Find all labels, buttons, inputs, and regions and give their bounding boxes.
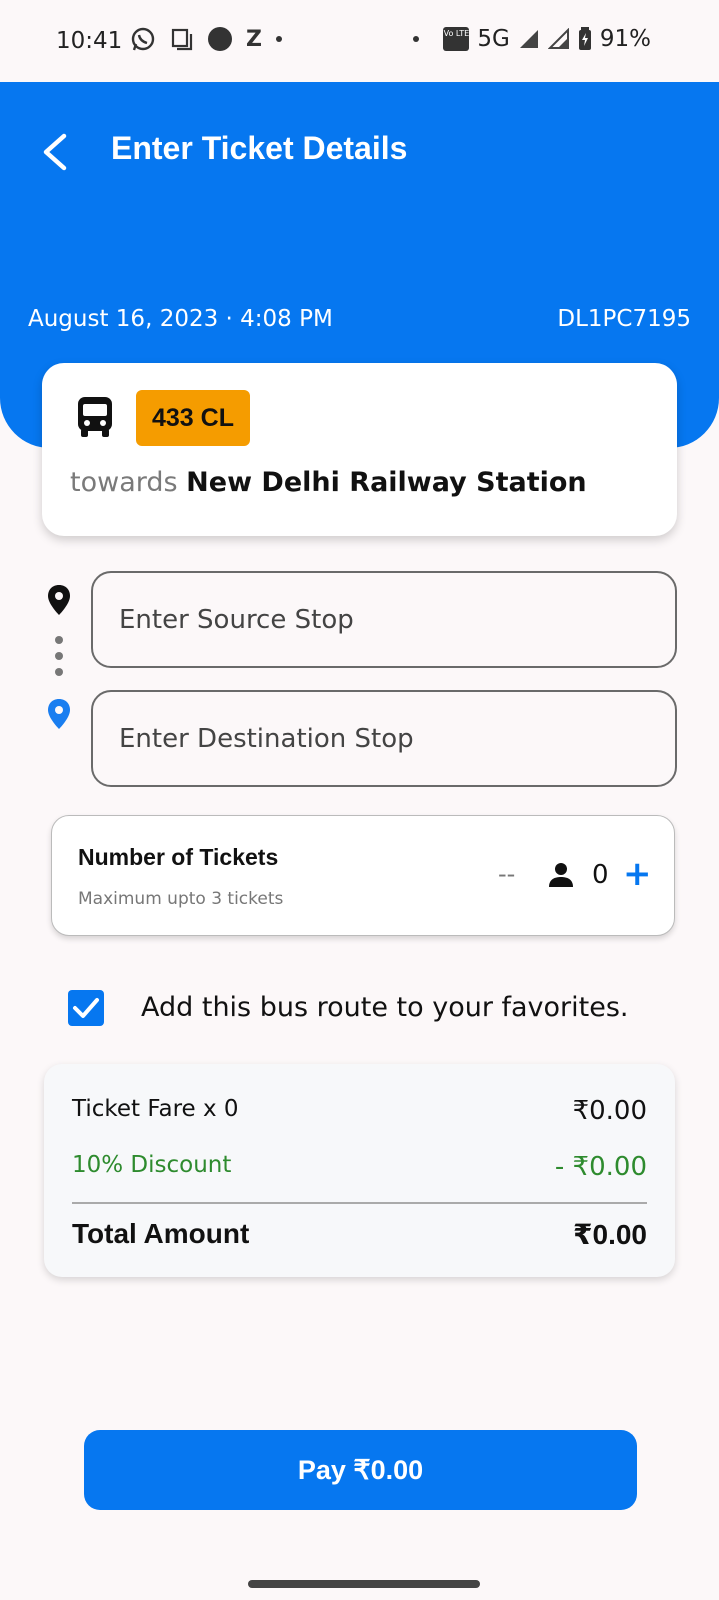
number-of-tickets-card: Number of Tickets Maximum upto 3 tickets… bbox=[51, 815, 675, 936]
status-left-icons: Z bbox=[130, 26, 282, 52]
signal-icon bbox=[519, 30, 538, 48]
trip-date-time: August 16, 2023 · 4:08 PM bbox=[28, 306, 333, 332]
z-icon: Z bbox=[246, 26, 262, 52]
checkmark-icon bbox=[73, 998, 99, 1018]
circle-icon bbox=[208, 27, 232, 51]
source-stop-input[interactable] bbox=[91, 571, 677, 668]
volte-label: Vo LTE bbox=[443, 29, 470, 38]
status-time: 10:41 bbox=[56, 28, 123, 54]
route-number-badge: 433 CL bbox=[136, 390, 250, 446]
battery-percent: 91% bbox=[599, 26, 651, 52]
battery-icon bbox=[578, 27, 591, 50]
increase-tickets-button[interactable]: + bbox=[623, 854, 652, 894]
total-amount-value: ₹0.00 bbox=[573, 1219, 647, 1250]
tickets-limit-text: Maximum upto 3 tickets bbox=[78, 889, 284, 909]
discount-value: - ₹0.00 bbox=[554, 1152, 647, 1182]
ticket-fare-value: ₹0.00 bbox=[572, 1096, 647, 1126]
status-right-icons: Vo LTE 5G 91% bbox=[413, 26, 651, 52]
towards-label: towards bbox=[70, 467, 178, 498]
network-label: 5G bbox=[477, 26, 510, 52]
bus-icon bbox=[78, 397, 112, 437]
dot-icon bbox=[413, 36, 420, 42]
ticket-count: 0 bbox=[592, 860, 609, 890]
back-arrow-icon[interactable] bbox=[36, 130, 76, 174]
signal-icon bbox=[547, 28, 569, 49]
favorite-checkbox[interactable] bbox=[68, 990, 104, 1026]
status-bar: 10:41 Z Vo LTE 5G 91% bbox=[0, 0, 719, 82]
fare-summary-card: Ticket Fare x 0 ₹0.00 10% Discount - ₹0.… bbox=[44, 1064, 675, 1277]
dot-icon bbox=[275, 36, 282, 42]
total-amount-label: Total Amount bbox=[72, 1218, 250, 1249]
square-icon bbox=[171, 28, 193, 51]
whatsapp-icon bbox=[131, 27, 155, 51]
destination-stop-input[interactable] bbox=[91, 690, 677, 787]
home-indicator[interactable] bbox=[248, 1580, 480, 1588]
route-destination: New Delhi Railway Station bbox=[186, 467, 587, 498]
discount-label: 10% Discount bbox=[72, 1152, 232, 1178]
volte-icon: Vo LTE bbox=[443, 27, 470, 51]
ticket-fare-label: Ticket Fare x 0 bbox=[72, 1096, 239, 1122]
route-card: 433 CL towards New Delhi Railway Station bbox=[42, 363, 677, 536]
tickets-title: Number of Tickets bbox=[78, 844, 279, 870]
page-title: Enter Ticket Details bbox=[111, 130, 408, 166]
vehicle-number: DL1PC7195 bbox=[557, 306, 691, 332]
source-pin-icon bbox=[48, 585, 70, 615]
destination-pin-icon bbox=[48, 699, 70, 729]
person-icon bbox=[549, 863, 573, 887]
fare-divider bbox=[72, 1202, 647, 1204]
route-dots-icon bbox=[55, 636, 63, 684]
decrease-tickets-button[interactable]: -- bbox=[498, 860, 515, 888]
route-direction: towards New Delhi Railway Station bbox=[70, 467, 587, 498]
favorite-label[interactable]: Add this bus route to your favorites. bbox=[141, 992, 629, 1023]
pay-button[interactable]: Pay ₹0.00 bbox=[84, 1430, 637, 1510]
